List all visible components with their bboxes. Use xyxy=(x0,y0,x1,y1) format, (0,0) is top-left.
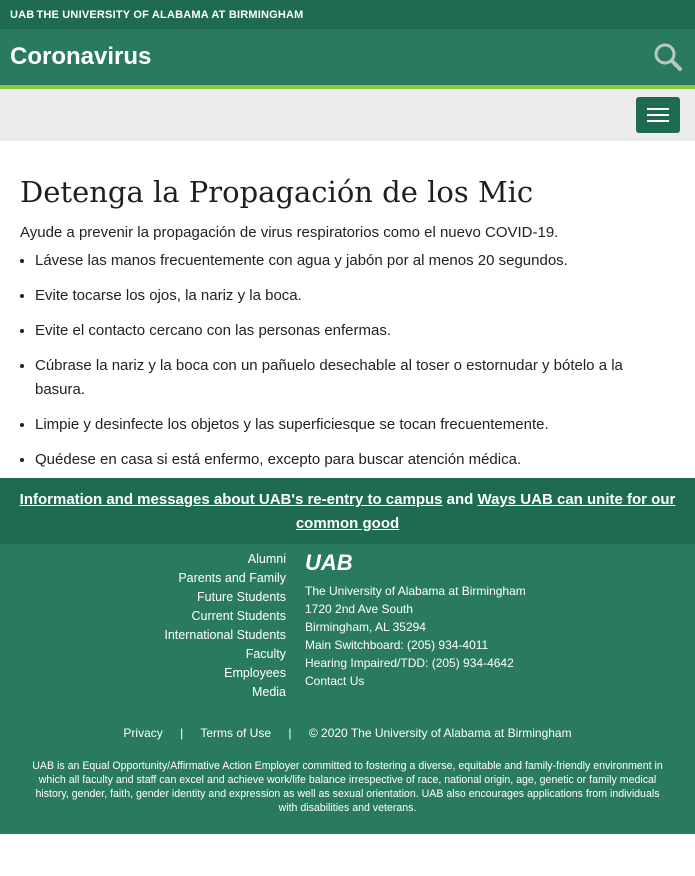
hamburger-menu-icon xyxy=(647,108,669,110)
address-street: 1720 2nd Ave South xyxy=(305,602,413,616)
prevention-list: Lávese las manos frecuentemente con agua… xyxy=(20,249,675,472)
legal-separator: | xyxy=(180,726,184,740)
list-item: Limpie y desinfecte los objetos y las su… xyxy=(35,413,675,437)
footer-address: UAB The University of Alabama at Birming… xyxy=(305,550,526,690)
site-header: Coronavirus xyxy=(0,29,695,89)
list-item: Quédese en casa si está enfermo, excepto… xyxy=(35,448,675,472)
site-footer: Alumni Parents and Family Future Student… xyxy=(0,544,695,834)
svg-text:UAB: UAB xyxy=(305,550,353,574)
university-name[interactable]: THE UNIVERSITY OF ALABAMA AT BIRMINGHAM xyxy=(36,9,303,21)
address-city: Birmingham, AL 35294 xyxy=(305,620,426,634)
footer-link-current-students[interactable]: Current Students xyxy=(164,607,287,626)
legal-separator: | xyxy=(288,726,292,740)
list-item: Lávese las manos frecuentemente con agua… xyxy=(35,249,675,273)
contact-us-link[interactable]: Contact Us xyxy=(305,672,526,690)
address-tdd: Hearing Impaired/TDD: (205) 934-4642 xyxy=(305,656,514,670)
footer-link-employees[interactable]: Employees xyxy=(164,664,286,683)
footer-link-alumni[interactable]: Alumni xyxy=(164,550,286,569)
site-title[interactable]: Coronavirus xyxy=(10,43,151,71)
search-button[interactable] xyxy=(651,40,685,74)
list-item: Evite tocarse los ojos, la nariz y la bo… xyxy=(35,284,675,308)
uab-mini-logo[interactable]: UAB xyxy=(10,9,34,21)
search-icon xyxy=(654,43,682,71)
privacy-link[interactable]: Privacy xyxy=(123,726,162,740)
hamburger-menu-button[interactable] xyxy=(636,97,680,133)
address-switchboard: Main Switchboard: (205) 934-4011 xyxy=(305,638,489,652)
footer-link-future-students[interactable]: Future Students xyxy=(164,588,286,607)
reentry-link[interactable]: Information and messages about UAB's re-… xyxy=(20,491,443,508)
nav-bar xyxy=(0,89,695,141)
footer-link-faculty[interactable]: Faculty xyxy=(164,645,286,664)
university-topbar: UAB THE UNIVERSITY OF ALABAMA AT BIRMING… xyxy=(0,0,695,29)
list-item: Evite el contacto cercano con las person… xyxy=(35,319,675,343)
terms-link[interactable]: Terms of Use xyxy=(200,726,271,740)
page-title: Detenga la Propagación de los Mic xyxy=(20,175,534,209)
address-name: The University of Alabama at Birmingham xyxy=(305,584,526,598)
footer-link-parents[interactable]: Parents and Family xyxy=(164,569,286,588)
announcement-banner: Information and messages about UAB's re-… xyxy=(0,478,695,544)
footer-link-international[interactable]: International Students xyxy=(164,626,286,645)
uab-logo[interactable]: UAB xyxy=(305,550,375,574)
list-item: Cúbrase la nariz y la boca con un pañuel… xyxy=(35,354,675,402)
eeo-statement: UAB is an Equal Opportunity/Affirmative … xyxy=(32,760,663,814)
main-content: Detenga la Propagación de los Mic Ayude … xyxy=(0,141,695,478)
footer-legal: Privacy | Terms of Use | © 2020 The Univ… xyxy=(0,726,695,740)
footer-audience-links: Alumni Parents and Family Future Student… xyxy=(164,550,286,702)
copyright-text: © 2020 The University of Alabama at Birm… xyxy=(308,726,572,740)
banner-and: and xyxy=(446,491,474,508)
intro-text: Ayude a prevenir la propagación de virus… xyxy=(20,224,559,241)
footer-link-media[interactable]: Media xyxy=(164,683,286,702)
